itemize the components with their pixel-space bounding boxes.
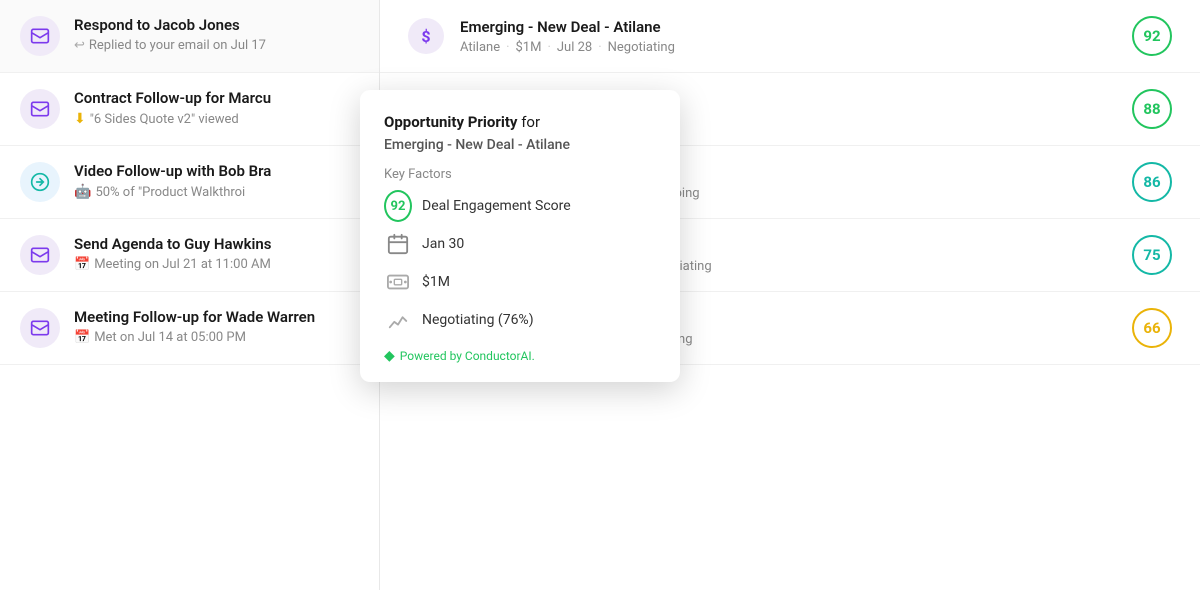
activity-item[interactable]: Meeting Follow-up for Wade Warren 📅 Met … [0,292,379,365]
dollar-icon: $ [408,18,444,54]
email-icon [20,235,60,275]
key-factors-label: Key Factors [384,167,656,182]
score-badge: 66 [1132,308,1172,348]
calendar-icon: 📅 [74,257,90,272]
powered-by: ◆ Powered by ConductorAI. [384,348,656,364]
factor-row-money: $1M [384,268,656,296]
activity-sub: ↩ Replied to your email on Jul 17 [74,38,359,53]
factor-text-calendar: Jan 30 [422,236,464,252]
activity-sub: 📅 Met on Jul 14 at 05:00 PM [74,330,359,345]
activity-content: Meeting Follow-up for Wade Warren 📅 Met … [74,308,359,345]
activity-sub: 🤖 50% of "Product Walkthroi [74,184,359,200]
score-factor-icon: 92 [384,192,412,220]
activity-title: Respond to Jacob Jones [74,16,359,34]
factor-row-score: 92 Deal Engagement Score [384,192,656,220]
activity-sub: ⬇ "6 Sides Quote v2" viewed [74,111,359,127]
money-factor-icon [384,268,412,296]
tooltip-title: Opportunity Priority for [384,112,656,133]
activity-item[interactable]: Respond to Jacob Jones ↩ Replied to your… [0,0,379,73]
robot-icon: 🤖 [74,184,91,200]
score-badge: 92 [1132,16,1172,56]
opportunity-priority-tooltip: Opportunity Priority for Emerging - New … [360,90,680,382]
email-icon [20,16,60,56]
factor-text-score: Deal Engagement Score [422,198,571,214]
activity-title: Video Follow-up with Bob Bra [74,162,334,180]
calendar-icon: 📅 [74,330,90,345]
factor-text-chart: Negotiating (76%) [422,312,534,328]
activity-title: Send Agenda to Guy Hawkins [74,235,334,253]
download-icon: ⬇ [74,111,86,127]
opp-content: Emerging - New Deal - Atilane Atilane · … [460,18,1132,55]
activity-content: Video Follow-up with Bob Bra 🤖 50% of "P… [74,162,359,200]
score-badge: 75 [1132,235,1172,275]
activity-content: Contract Follow-up for Marcu ⬇ "6 Sides … [74,89,359,127]
factor-row-chart: Negotiating (76%) [384,306,656,334]
activity-content: Respond to Jacob Jones ↩ Replied to your… [74,16,359,53]
activity-item[interactable]: Send Agenda to Guy Hawkins 📅 Meeting on … [0,219,379,292]
activity-content: Send Agenda to Guy Hawkins 📅 Meeting on … [74,235,359,272]
activity-item[interactable]: Contract Follow-up for Marcu ⬇ "6 Sides … [0,73,379,146]
tooltip-deal-name: Emerging - New Deal - Atilane [384,137,656,153]
factor-text-money: $1M [422,274,450,290]
email-icon [20,89,60,129]
reply-icon: ↩ [74,38,85,53]
activity-item[interactable]: Video Follow-up with Bob Bra 🤖 50% of "P… [0,146,379,219]
activity-list: Respond to Jacob Jones ↩ Replied to your… [0,0,380,590]
activity-title: Meeting Follow-up for Wade Warren [74,308,359,326]
score-badge: 88 [1132,89,1172,129]
chart-factor-icon [384,306,412,334]
call-icon [20,162,60,202]
opp-title: Emerging - New Deal - Atilane [460,18,1132,36]
activity-title: Contract Follow-up for Marcu [74,89,334,107]
activity-sub: 📅 Meeting on Jul 21 at 11:00 AM [74,257,359,272]
opp-meta: Atilane · $1M · Jul 28 · Negotiating [460,40,1132,55]
opportunity-item[interactable]: $ Emerging - New Deal - Atilane Atilane … [380,0,1200,73]
factor-row-calendar: Jan 30 [384,230,656,258]
engagement-score-badge: 92 [384,190,412,222]
email-icon [20,308,60,348]
score-badge: 86 [1132,162,1172,202]
calendar-factor-icon [384,230,412,258]
diamond-icon: ◆ [384,348,395,364]
